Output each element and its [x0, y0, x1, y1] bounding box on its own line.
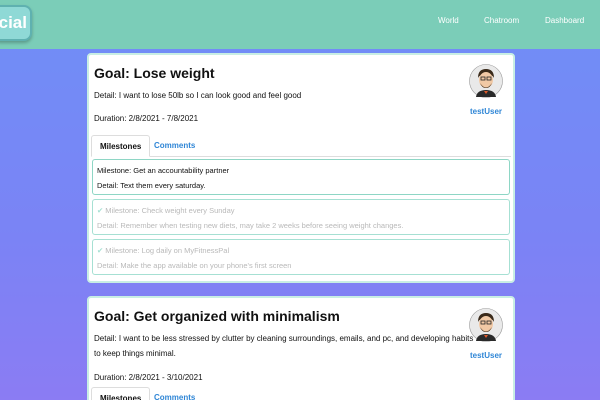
goal-duration: Duration: 2/8/2021 - 3/10/2021 — [94, 373, 203, 382]
milestone-detail: Detail: Remember when testing new diets,… — [97, 221, 404, 230]
milestone-item[interactable]: ✔ Milestone: Check weight every Sunday De… — [92, 199, 510, 235]
logo[interactable]: ocial — [0, 5, 32, 41]
check-icon: ✔ — [97, 206, 104, 215]
tab-comments[interactable]: Comments — [146, 135, 203, 157]
avatar-icon[interactable] — [469, 308, 503, 342]
tab-comments[interactable]: Comments — [146, 387, 203, 400]
milestone-name-row: ✔ Milestone: Check weight every Sunday — [97, 203, 505, 218]
tab-milestones[interactable]: Milestones — [91, 387, 151, 400]
nav-chatroom[interactable]: Chatroom — [484, 16, 519, 25]
tab-bar: Milestones Comments — [91, 135, 511, 157]
goal-detail: Detail: I want to be less stressed by cl… — [94, 334, 474, 358]
goal-detail: Detail: I want to lose 50lb so I can loo… — [94, 91, 302, 100]
goal-card: Goal: Get organized with minimalism Deta… — [87, 296, 515, 400]
milestone-item[interactable]: ✔ Milestone: Log daily on MyFitnessPal De… — [92, 239, 510, 275]
goal-title: Goal: Get organized with minimalism — [94, 308, 340, 324]
username[interactable]: testUser — [466, 107, 506, 116]
goal-title: Goal: Lose weight — [94, 65, 215, 81]
username[interactable]: testUser — [466, 351, 506, 360]
nav-dashboard[interactable]: Dashboard — [545, 16, 584, 25]
milestone-name: Milestone: Check weight every Sunday — [105, 206, 235, 215]
avatar-icon[interactable] — [469, 64, 503, 98]
milestone-name: Milestone: Get an accountability partner — [97, 166, 230, 175]
milestone-detail: Detail: Make the app available on your p… — [97, 261, 292, 270]
milestone-name-row: ✔ Milestone: Log daily on MyFitnessPal — [97, 243, 505, 258]
tab-milestones[interactable]: Milestones — [91, 135, 151, 157]
nav-world[interactable]: World — [438, 16, 459, 25]
goal-card: Goal: Lose weight Detail: I want to lose… — [87, 53, 515, 283]
milestone-detail: Detail: Text them every saturday. — [97, 181, 206, 190]
milestone-item[interactable]: Milestone: Get an accountability partner… — [92, 159, 510, 195]
tab-bar: Milestones Comments — [91, 387, 511, 400]
milestone-name: Milestone: Log daily on MyFitnessPal — [105, 246, 230, 255]
check-icon: ✔ — [97, 246, 104, 255]
navbar: ocial World Chatroom Dashboard — [0, 0, 600, 49]
goal-duration: Duration: 2/8/2021 - 7/8/2021 — [94, 114, 199, 123]
